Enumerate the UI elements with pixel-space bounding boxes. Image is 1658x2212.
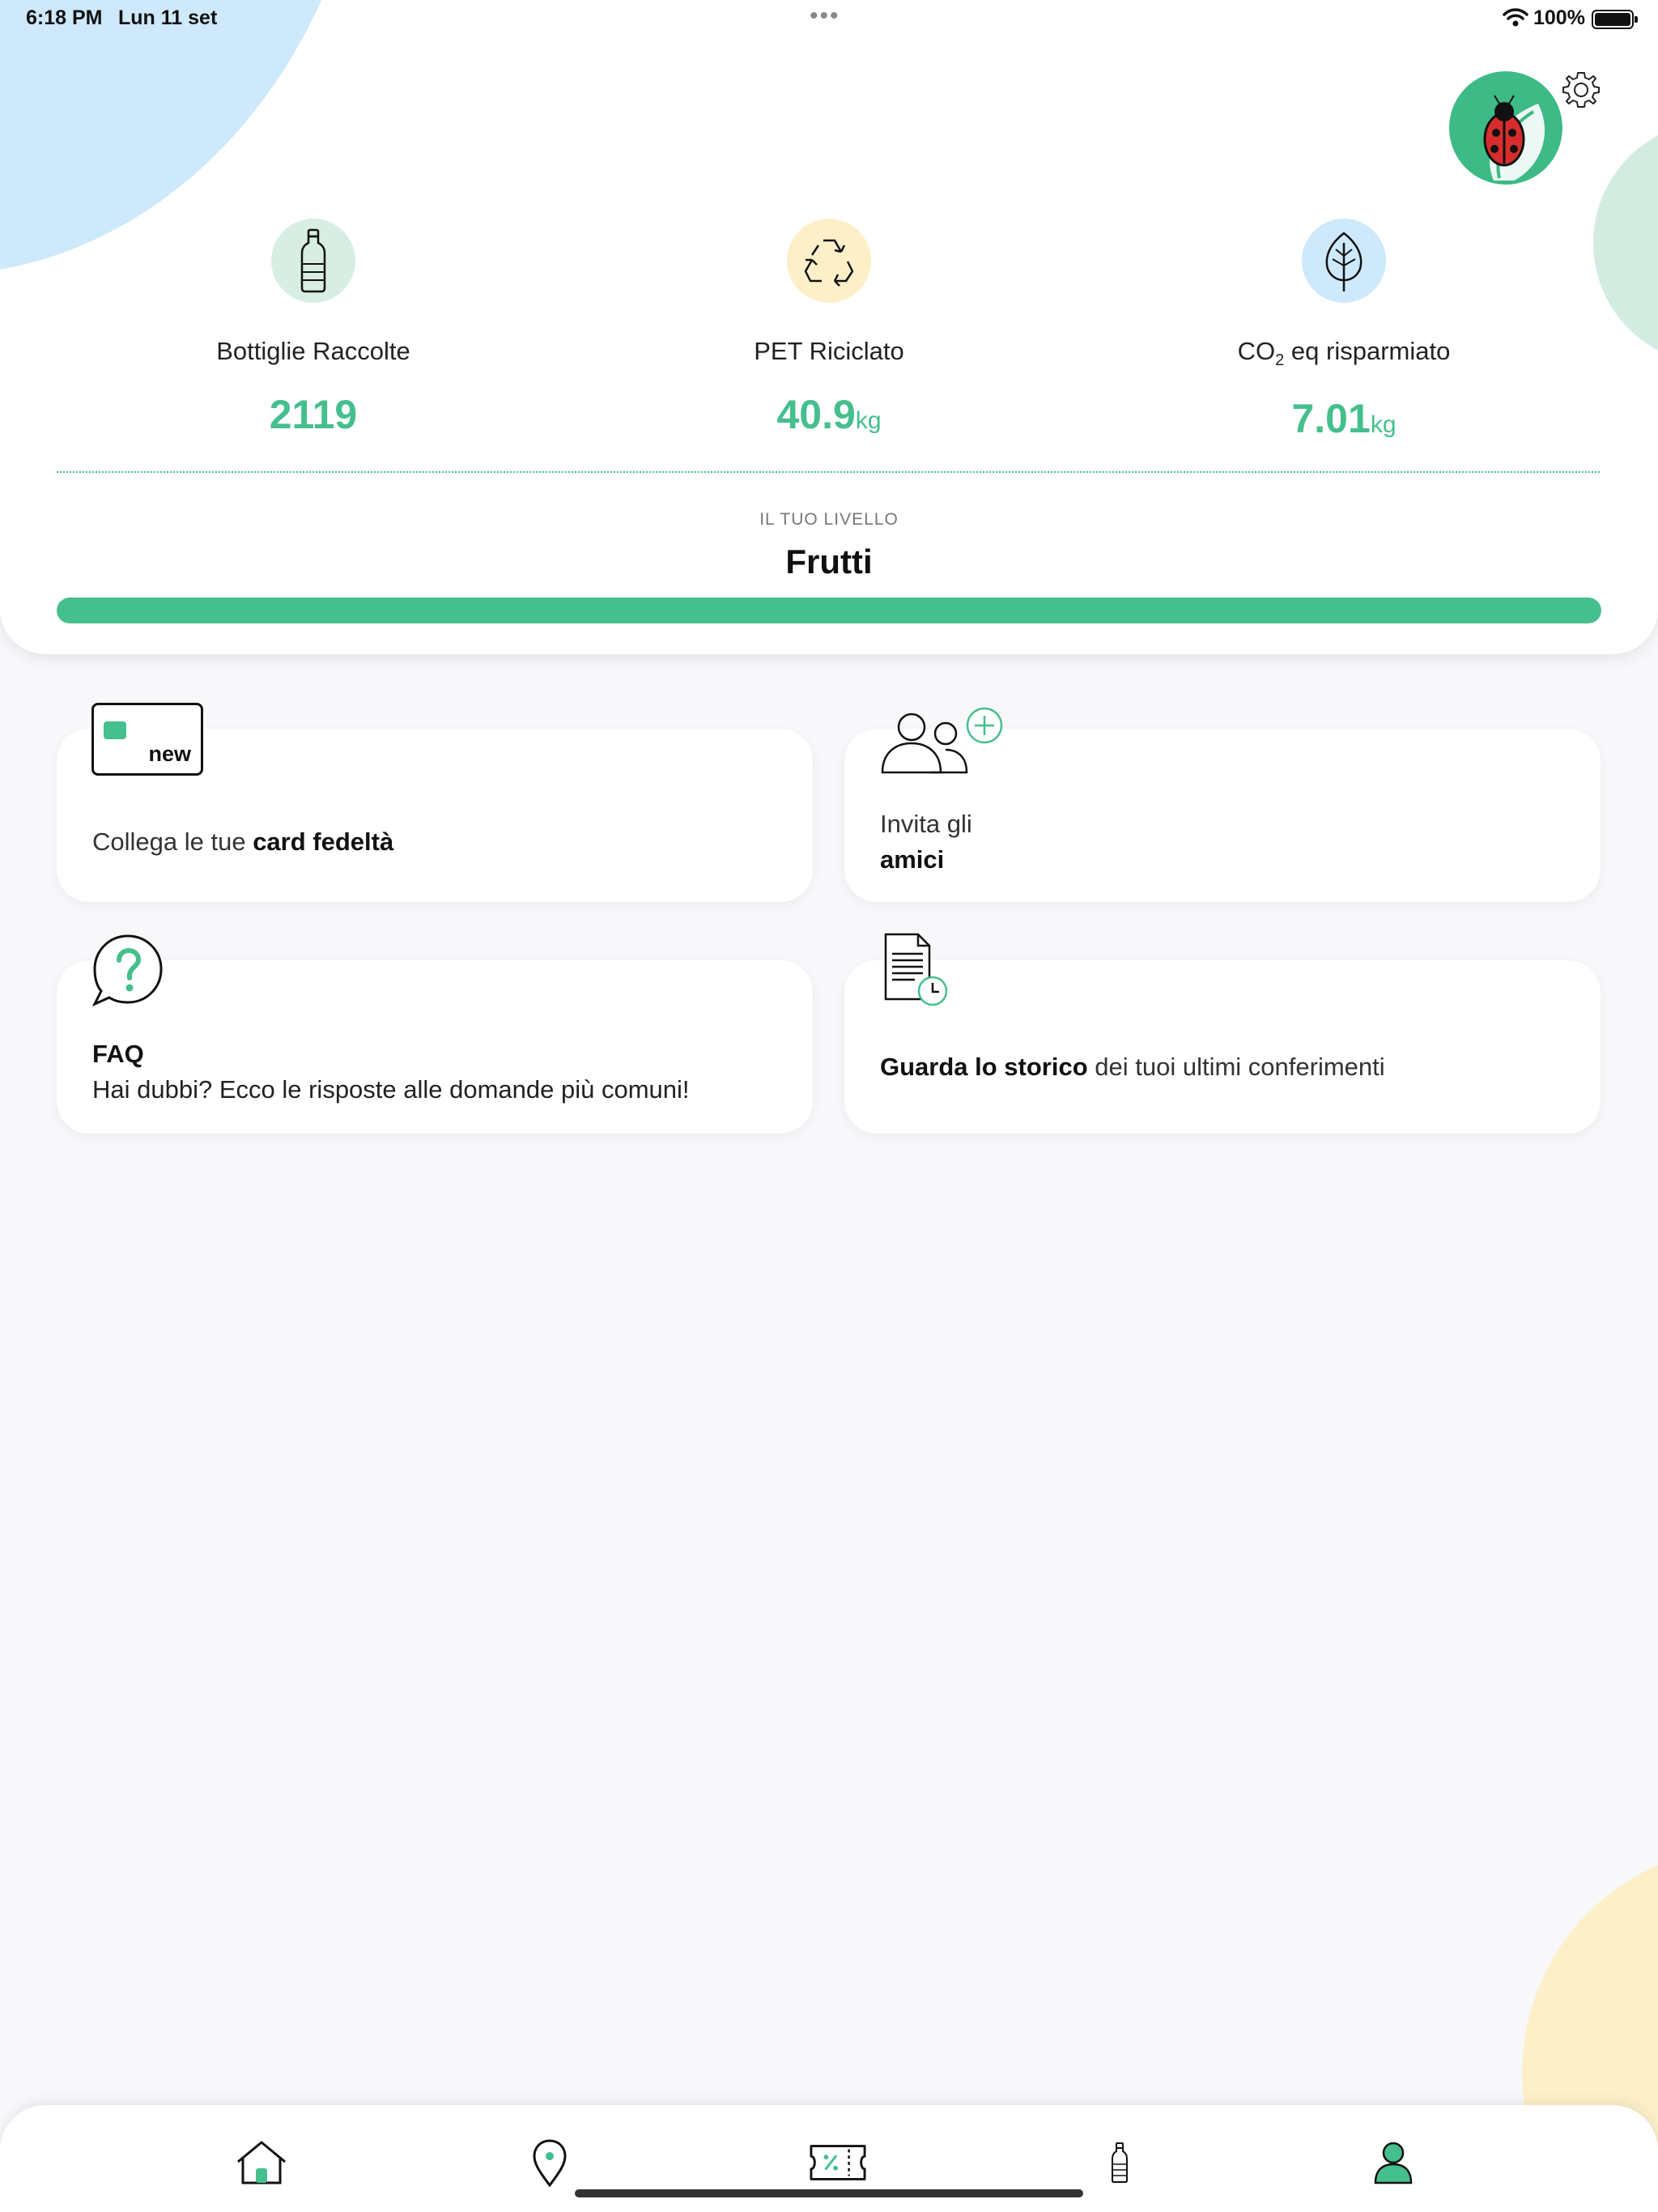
stat-value: 2119 [269, 392, 358, 437]
bottle-icon [271, 219, 355, 303]
tab-profile[interactable] [1365, 2134, 1422, 2191]
leaf-icon [1302, 219, 1386, 303]
faq-title: FAQ [92, 1040, 144, 1068]
divider [57, 471, 1600, 473]
tile-card-text: Collega le tue card fedeltà [92, 827, 394, 856]
question-bubble-icon [91, 934, 163, 1007]
gear-icon[interactable] [1561, 70, 1601, 110]
profile-icon [1374, 2142, 1413, 2184]
stats-card: Bottiglie Raccolte 2119 PET Riciclato 40… [0, 0, 1658, 654]
multitasking-dots-icon[interactable]: ••• [810, 4, 840, 28]
new-badge: new [148, 742, 191, 766]
battery-percent: 100% [1533, 6, 1585, 29]
status-time: 6:18 PM [26, 6, 103, 29]
status-date: Lun 11 set [118, 6, 218, 29]
bottle-icon [1112, 2142, 1128, 2183]
faq-subtitle: Hai dubbi? Ecco le risposte alle domande… [92, 1075, 690, 1104]
home-icon [237, 2141, 286, 2184]
history-document-icon [884, 933, 948, 1006]
tab-coupons[interactable] [810, 2134, 866, 2191]
stat-value: 7.01kg [1291, 396, 1397, 442]
tab-bottles[interactable] [1091, 2134, 1148, 2191]
loyalty-card-icon: new [91, 703, 203, 776]
battery-icon [1592, 10, 1638, 29]
level-name: Frutti [785, 542, 873, 581]
stat-bottles: Bottiglie Raccolte 2119 [70, 219, 556, 445]
profile-screen: Bottiglie Raccolte 2119 PET Riciclato 40… [0, 0, 1658, 2212]
history-tile[interactable]: Guarda lo storico dei tuoi ultimi confer… [844, 960, 1601, 1134]
stat-value: 40.9kg [776, 392, 882, 437]
stat-label: CO2 eq risparmiato [1237, 337, 1451, 370]
avatar[interactable] [1449, 71, 1562, 185]
stat-co2: CO2 eq risparmiato 7.01kg [1101, 219, 1587, 449]
add-friends-icon [881, 707, 1003, 774]
stats-row: Bottiglie Raccolte 2119 PET Riciclato 40… [0, 219, 1658, 453]
wifi-icon [1503, 8, 1528, 27]
level-progress-bar [57, 598, 1601, 623]
tile-history-text: Guarda lo storico dei tuoi ultimi confer… [880, 1053, 1385, 1081]
tab-home[interactable] [233, 2134, 290, 2191]
tab-map[interactable] [521, 2134, 578, 2191]
stat-pet: PET Riciclato 40.9kg [586, 219, 1072, 445]
tile-faq-text: FAQ Hai dubbi? Ecco le risposte alle dom… [92, 1036, 690, 1108]
recycle-icon [787, 219, 871, 303]
tile-invite-text: Invita gli amici [880, 810, 972, 874]
level-caption: IL TUO LIVELLO [759, 510, 899, 529]
home-indicator[interactable] [575, 2189, 1083, 2197]
status-bar: 6:18 PM Lun 11 set ••• 100% [0, 0, 1658, 39]
faq-tile[interactable]: FAQ Hai dubbi? Ecco le risposte alle dom… [57, 960, 813, 1134]
stat-label: Bottiglie Raccolte [216, 337, 410, 365]
coupon-icon [810, 2145, 866, 2180]
level-progress-fill [57, 598, 1601, 623]
stat-label: PET Riciclato [754, 337, 904, 365]
map-pin-icon [533, 2139, 567, 2187]
